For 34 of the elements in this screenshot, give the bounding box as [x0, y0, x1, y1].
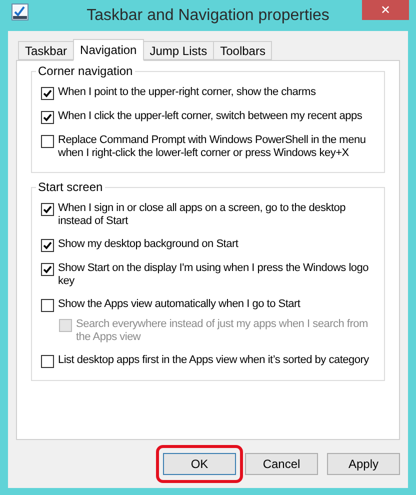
- dialog-button[interactable]: Apply: [327, 453, 400, 475]
- tab[interactable]: Navigation: [73, 39, 144, 61]
- close-button[interactable]: ✕: [362, 0, 409, 20]
- group-title: Start screen: [36, 180, 105, 194]
- checkmark-icon: [43, 241, 52, 250]
- checkbox[interactable]: [41, 203, 54, 216]
- checkbox-label: Show Start on the display I'm using when I press the Windows logo key: [58, 262, 370, 288]
- group-title: Corner navigation: [36, 64, 135, 78]
- checkbox[interactable]: [41, 299, 54, 312]
- checkmark-icon: [43, 89, 52, 98]
- checkbox-label: Search everywhere instead of just my apps when I search from the Apps view: [76, 318, 369, 344]
- checkbox[interactable]: [41, 87, 54, 100]
- checkmark-icon: [43, 205, 52, 214]
- tab[interactable]: Jump Lists: [142, 41, 214, 60]
- checkbox[interactable]: [41, 263, 54, 276]
- dialog-button[interactable]: Cancel: [245, 453, 318, 475]
- checkbox-label: Show my desktop background on Start: [58, 238, 238, 251]
- checkbox[interactable]: [41, 355, 54, 368]
- checkbox-label: When I point to the upper-right corner, show the charms: [58, 86, 316, 99]
- checkbox-label: Show the Apps view automatically when I go to Start: [58, 298, 300, 311]
- checkbox-label: When I click the upper-left corner, switch between my recent apps: [58, 110, 362, 123]
- checkmark-window-icon: [11, 3, 29, 21]
- dialog-button[interactable]: OK: [163, 453, 236, 475]
- checkmark-icon: [43, 265, 52, 274]
- checkbox[interactable]: [41, 239, 54, 252]
- checkbox[interactable]: [41, 111, 54, 124]
- window-title: Taskbar and Navigation properties: [86, 6, 330, 26]
- checkbox[interactable]: [41, 135, 54, 148]
- checkbox-label: Replace Command Prompt with Windows PowerShell in the menu when I right-click the lower-left corner or press Windows key+X: [58, 134, 367, 160]
- checkbox-label: List desktop apps first in the Apps view when it’s sorted by category: [58, 354, 369, 367]
- tab[interactable]: Taskbar: [18, 41, 74, 60]
- checkbox-label: When I sign in or close all apps on a screen, go to the desktop instead of Start: [58, 202, 347, 228]
- tab[interactable]: Toolbars: [213, 41, 272, 60]
- checkmark-icon: [43, 113, 52, 122]
